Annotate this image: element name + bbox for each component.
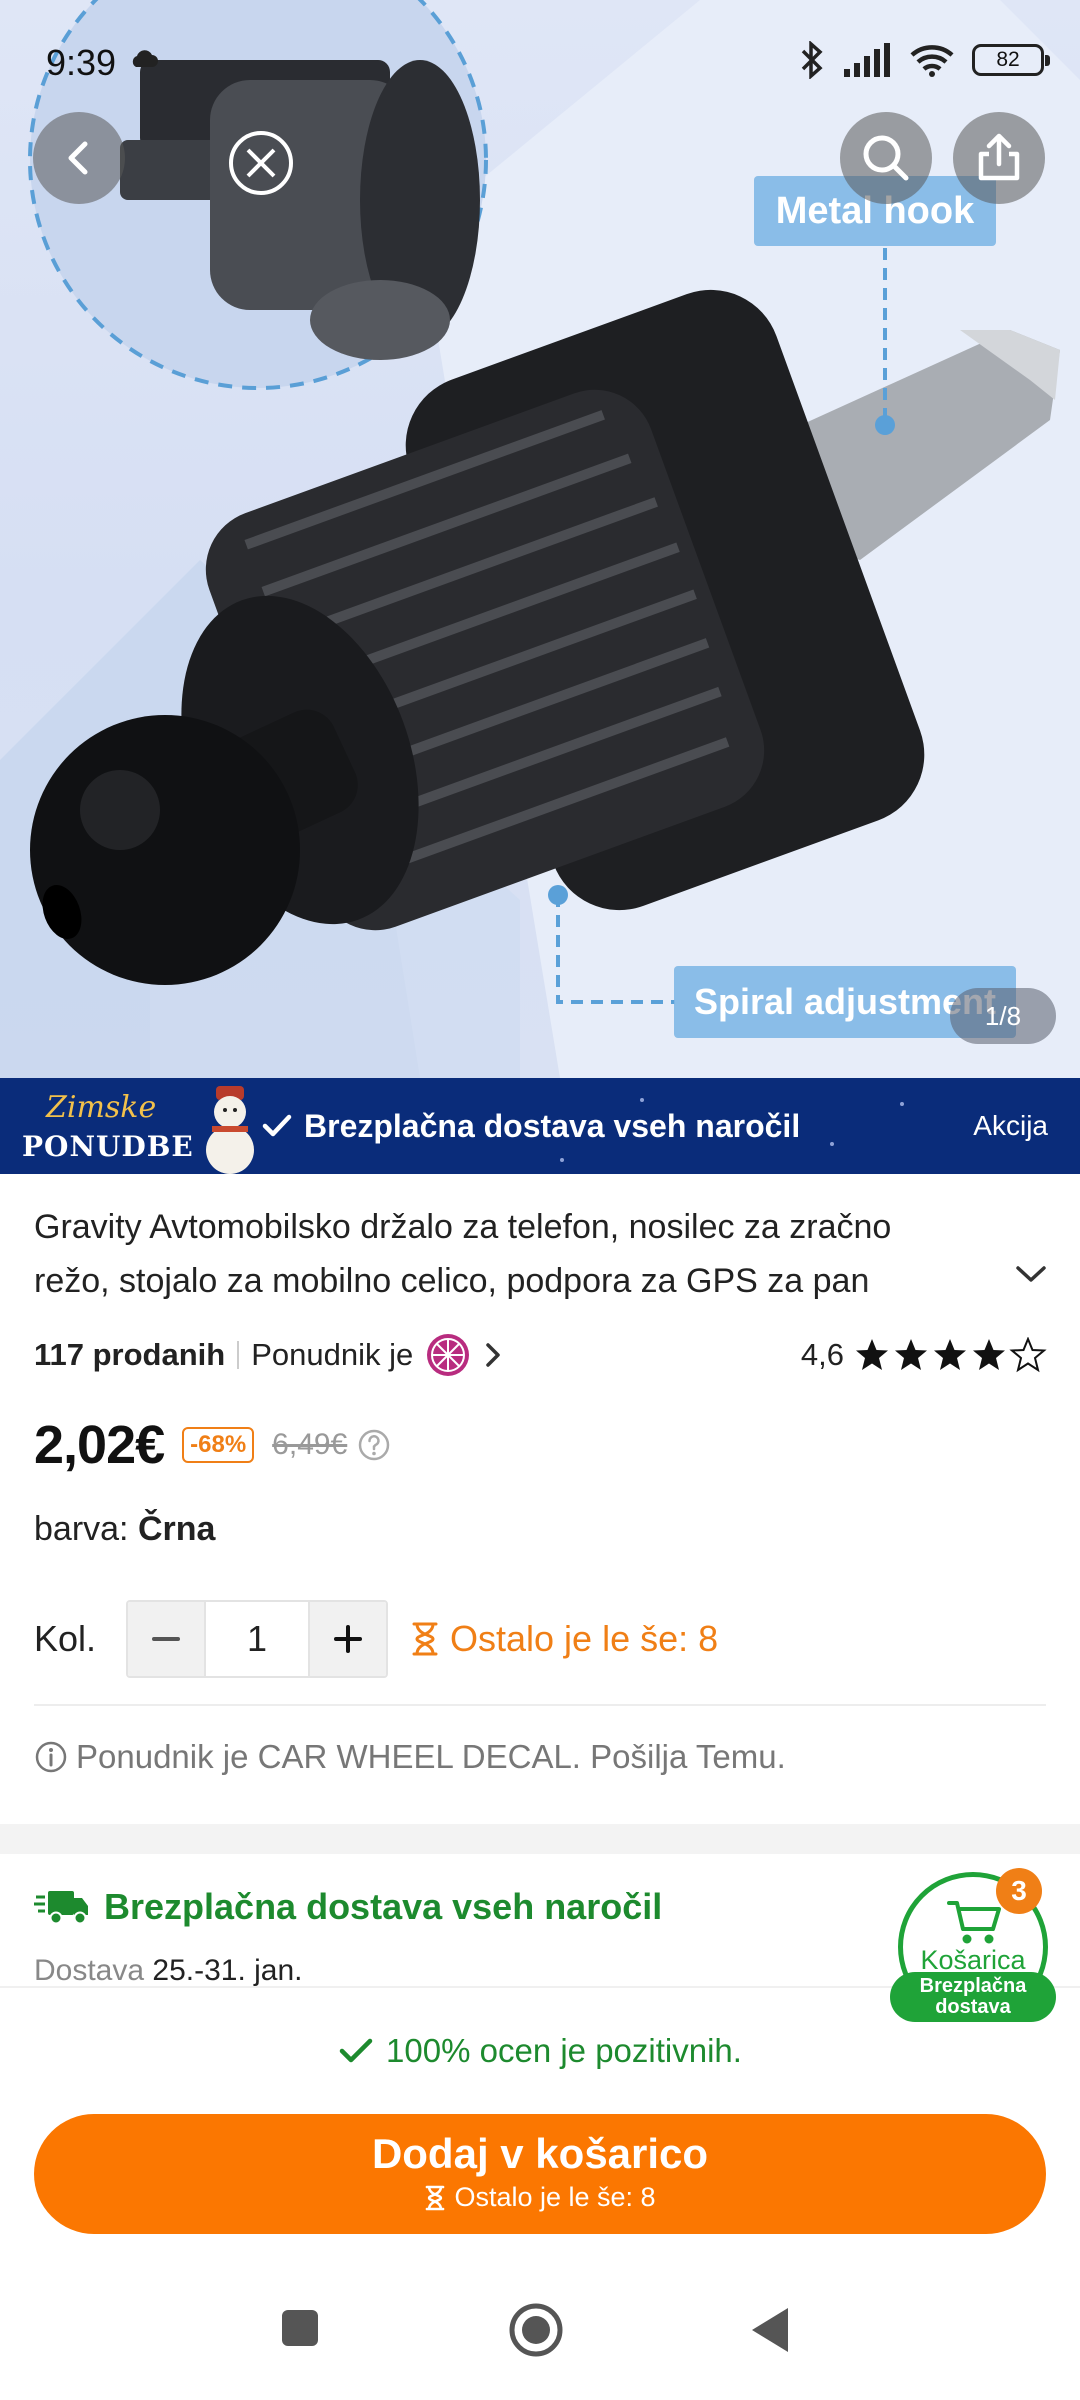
sold-count: 117 prodanih: [34, 1337, 226, 1372]
current-price: 2,02€: [34, 1415, 165, 1475]
color-label: barva:: [34, 1510, 129, 1548]
share-button[interactable]: [953, 112, 1045, 204]
cloud-icon: [132, 50, 158, 67]
chevron-left-icon: [68, 141, 88, 175]
image-counter: 1/8: [950, 988, 1056, 1044]
hourglass-icon: [412, 1622, 438, 1656]
signal-icon: [844, 43, 890, 77]
free-shipping-text: Brezplačna dostava vseh naročil: [104, 1886, 663, 1927]
check-icon: [262, 1114, 292, 1137]
cart-icon: [947, 1901, 1001, 1944]
system-nav-bar: [0, 2276, 1080, 2400]
meta-divider: [237, 1341, 240, 1369]
status-time: 9:39: [46, 42, 117, 83]
quantity-stepper: 1: [126, 1600, 388, 1678]
close-circle-icon: [229, 131, 293, 195]
add-to-cart-stock-text: Ostalo je le še: 8: [454, 2182, 656, 2212]
status-bar: 9:39 82: [0, 0, 1080, 120]
section-separator: [0, 1824, 1080, 1854]
product-title[interactable]: Gravity Avtomobilsko držalo za telefon, …: [34, 1200, 974, 1308]
product-meta-row: 117 prodanih Ponudnik je 4,6: [34, 1330, 1050, 1380]
promo-banner[interactable]: Zimske PONUDBE Brezplačna dostava vseh n…: [0, 1078, 1080, 1174]
rating[interactable]: 4,6: [801, 1337, 1050, 1373]
battery-icon: 82: [972, 44, 1050, 76]
quantity-row: Kol. 1 Ostalo je le še: 8: [34, 1600, 718, 1678]
seller-info: Ponudnik je CAR WHEEL DECAL. Pošilja Tem…: [34, 1738, 786, 1776]
positive-reviews: 100% ocen je pozitivnih.: [0, 2032, 1080, 2070]
original-price: 6,49€: [272, 1428, 348, 1461]
quantity-value[interactable]: 1: [204, 1602, 310, 1676]
truck-icon: [34, 1891, 88, 1925]
promo-text: Brezplačna dostava vseh naročil: [262, 1078, 800, 1174]
stock-text: Ostalo je le še: 8: [450, 1618, 719, 1659]
increase-button[interactable]: [310, 1602, 386, 1676]
decrease-button[interactable]: [128, 1602, 204, 1676]
promo-label: Brezplačna dostava vseh naročil: [304, 1107, 801, 1144]
quantity-label: Kol.: [34, 1618, 97, 1659]
info-icon: [35, 1741, 67, 1773]
home-icon[interactable]: [508, 2302, 564, 2358]
add-to-cart-label: Dodaj v košarico: [371, 2130, 709, 2177]
status-icons: 82: [800, 40, 1050, 80]
promo-logo: Zimske PONUDBE: [8, 1086, 193, 1170]
star-rating-icon: [856, 1338, 1045, 1371]
positive-reviews-text: 100% ocen je pozitivnih.: [386, 2032, 742, 2069]
rating-value: 4,6: [800, 1337, 844, 1372]
delivery-estimate: Dostava 25.-31. jan.: [34, 1954, 303, 1986]
cart-free-shipping-badge: Brezplačna dostava: [890, 1972, 1056, 2022]
seller-badge-icon[interactable]: [425, 1332, 471, 1378]
wifi-icon: [910, 45, 954, 77]
cart-shipping-line2: dostava: [935, 1996, 1011, 2018]
bluetooth-icon: [801, 41, 823, 79]
minus-icon: [152, 1637, 180, 1641]
cart-shipping-line1: Brezplačna: [919, 1975, 1027, 1997]
chevron-down-icon[interactable]: [1012, 1262, 1050, 1286]
share-icon: [978, 133, 1020, 181]
search-button[interactable]: [840, 112, 932, 204]
divider: [34, 1704, 1046, 1706]
promo-logo-line1: Zimske: [46, 1090, 157, 1125]
question-icon[interactable]: [357, 1428, 391, 1462]
back-nav-icon[interactable]: [748, 2306, 792, 2354]
delivery-dates: 25.-31. jan.: [152, 1954, 303, 1986]
free-shipping-row[interactable]: Brezplačna dostava vseh naročil: [34, 1886, 662, 1928]
promo-action-link[interactable]: Akcija: [973, 1078, 1048, 1174]
title-fade: [860, 1254, 980, 1308]
chevron-right-icon[interactable]: [483, 1340, 503, 1370]
add-to-cart-stock: Ostalo je le še: 8: [34, 2182, 1046, 2213]
snowman-icon: [206, 1086, 254, 1174]
back-button[interactable]: [33, 112, 125, 204]
promo-logo-line2: PONUDBE: [22, 1130, 194, 1163]
check-icon: [339, 2038, 373, 2063]
discount-badge: -68%: [182, 1427, 255, 1463]
recent-apps-icon[interactable]: [278, 2306, 322, 2350]
cart-count-badge: 3: [996, 1868, 1042, 1914]
price-row: 2,02€ -68% 6,49€: [34, 1410, 391, 1480]
product-image[interactable]: Metal hook Spiral adjustment 9:39 82 1/8: [0, 0, 1080, 1078]
hourglass-icon: [426, 2185, 445, 2210]
plus-icon: [334, 1625, 362, 1653]
add-to-cart-button[interactable]: Dodaj v košarico Ostalo je le še: 8: [34, 2114, 1046, 2234]
stock-indicator: Ostalo je le še: 8: [410, 1618, 718, 1660]
search-icon: [863, 135, 909, 181]
color-value: Črna: [137, 1510, 216, 1548]
delivery-label: Dostava: [34, 1954, 145, 1986]
seller-info-text: Ponudnik je CAR WHEEL DECAL. Pošilja Tem…: [76, 1738, 786, 1775]
seller-label[interactable]: Ponudnik je: [251, 1337, 413, 1373]
color-selector[interactable]: barva: Črna: [34, 1510, 215, 1549]
